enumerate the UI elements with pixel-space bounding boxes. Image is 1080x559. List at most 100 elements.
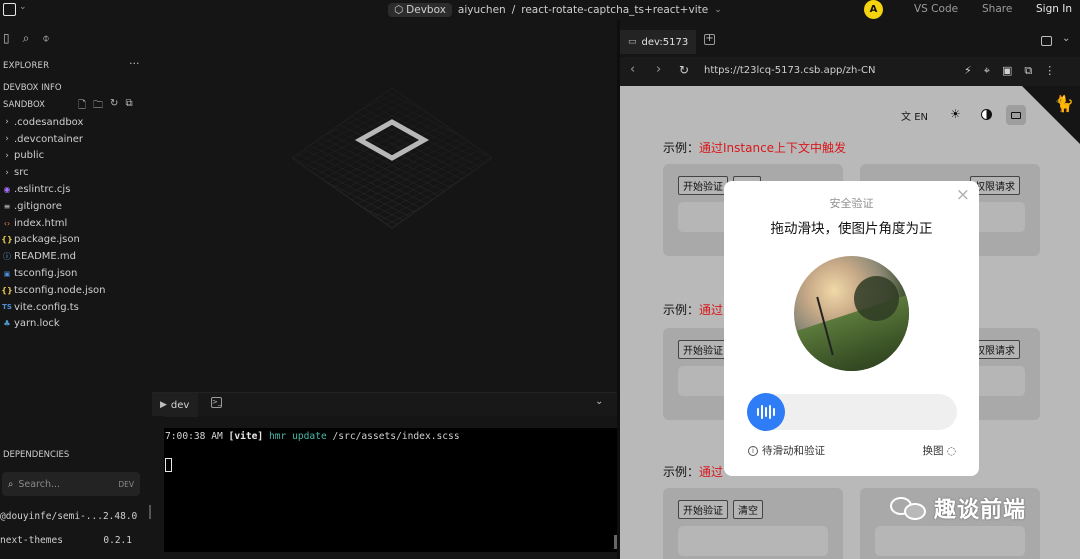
explorer-actions: 🗋 🗀 ↻ ⧉ bbox=[78, 98, 133, 115]
add-tab-icon[interactable]: + bbox=[704, 34, 715, 45]
chevron-down-icon[interactable]: ⌄ bbox=[19, 2, 27, 12]
captcha-modal: × 安全验证 拖动滑块，使图片角度为正 i 待滑动和验证 换图 ◌ bbox=[724, 181, 979, 476]
language-toggle[interactable]: 文 EN bbox=[901, 108, 928, 123]
url-actions: ⚡ ⌖ ▣ ⧉ ⋮ bbox=[964, 64, 1055, 78]
chevron-down-icon[interactable]: ⌄ bbox=[595, 396, 603, 407]
scrollbar[interactable] bbox=[149, 505, 151, 519]
avatar[interactable]: A bbox=[864, 0, 883, 19]
terminal-log-line: 7:00:38 AM [vite] hmr update /src/assets… bbox=[165, 431, 460, 442]
terminal-gutter bbox=[152, 416, 164, 559]
breadcrumb-separator: / bbox=[511, 4, 516, 16]
slider-handle[interactable] bbox=[747, 393, 785, 431]
sandbox-section[interactable]: SANDBOX bbox=[3, 100, 45, 110]
reload-icon[interactable]: ↻ bbox=[679, 63, 689, 77]
terminal-output[interactable]: 7:00:38 AM [vite] hmr update /src/assets… bbox=[164, 428, 617, 552]
app-logo-icon[interactable] bbox=[3, 3, 16, 16]
repo-name[interactable]: react-rotate-captcha_ts+react+vite bbox=[521, 4, 708, 16]
file-icon[interactable]: ▯ bbox=[3, 31, 10, 49]
search-icon: ⌕ bbox=[8, 478, 14, 490]
tsconfig-icon: ▣ bbox=[3, 269, 11, 278]
open-external-icon[interactable]: ⧉ bbox=[1024, 64, 1032, 78]
cube-icon: ⬡ bbox=[394, 4, 404, 16]
top-bar: ⌄ ⬡ Devbox aiyuchen / react-rotate-captch… bbox=[0, 0, 1080, 20]
terminal-icon[interactable]: >_ bbox=[211, 397, 222, 408]
example-title: 示例：通过 bbox=[663, 303, 724, 317]
devbox-pill[interactable]: ⬡ Devbox bbox=[388, 3, 452, 17]
search-icon[interactable]: ⌕ bbox=[23, 31, 30, 49]
watermark-text: 趣谈前端 bbox=[934, 498, 1027, 523]
info-icon: i bbox=[748, 445, 758, 456]
yarn-icon: ♣ bbox=[3, 319, 11, 329]
tree-item-yarn-lock[interactable]: ♣ yarn.lock bbox=[0, 316, 152, 333]
editor-empty-state bbox=[152, 20, 617, 392]
terminal-tabs: ▶ dev >_ ⌄ bbox=[152, 392, 617, 417]
tree-item-package-json[interactable]: {} package.json bbox=[0, 232, 152, 249]
tree-item-codesandbox[interactable]: › .codesandbox bbox=[0, 114, 152, 131]
more-icon[interactable]: ⋮ bbox=[1044, 64, 1055, 78]
tree-item-index-html[interactable]: ‹› index.html bbox=[0, 215, 152, 232]
devbox-info-section[interactable]: DEVBOX INFO bbox=[3, 83, 62, 93]
start-verify-button[interactable]: 开始验证 bbox=[678, 176, 728, 195]
terminal-icon[interactable]: ▣ bbox=[1002, 64, 1012, 78]
chevron-right-icon: › bbox=[5, 150, 9, 161]
tab-dev-5173[interactable]: ▭ dev:5173 bbox=[620, 30, 697, 54]
start-verify-button[interactable]: 开始验证 bbox=[678, 340, 728, 359]
typescript-icon: TS bbox=[2, 303, 12, 312]
tree-item-devcontainer[interactable]: › .devcontainer bbox=[0, 131, 152, 148]
back-icon[interactable]: ‹ bbox=[630, 62, 635, 77]
json-icon: {} bbox=[1, 285, 13, 295]
play-icon: ▶ bbox=[160, 400, 167, 410]
github-icon[interactable]: 🐈 bbox=[1054, 94, 1074, 113]
refresh-icon[interactable]: ↻ bbox=[110, 98, 118, 115]
layout-icon[interactable] bbox=[1041, 36, 1052, 46]
tree-item-src[interactable]: › src bbox=[0, 164, 152, 181]
watermark: 趣谈前端 bbox=[890, 492, 1026, 524]
sun-icon[interactable]: ☀ bbox=[950, 107, 961, 121]
modal-instruction: 拖动滑块，使图片角度为正 bbox=[770, 221, 933, 237]
explorer-title: EXPLORER bbox=[3, 61, 50, 71]
chevron-down-icon[interactable]: ⌄ bbox=[714, 5, 722, 15]
dependency-row[interactable]: next-themes 0.2.1 bbox=[0, 535, 150, 546]
owner-name[interactable]: aiyuchen bbox=[458, 4, 506, 16]
change-image-button[interactable]: 换图 ◌ bbox=[922, 443, 956, 458]
result-area bbox=[875, 526, 1025, 556]
file-tree: › .codesandbox › .devcontainer › public › sr… bbox=[0, 114, 152, 332]
new-file-icon[interactable]: 🗋 bbox=[78, 98, 86, 115]
tree-item-vite-config[interactable]: TS vite.config.ts bbox=[0, 299, 152, 316]
example-title: 示例：通过Instance上下文中触发 bbox=[663, 141, 847, 155]
tree-item-readme[interactable]: ⓘ README.md bbox=[0, 248, 152, 265]
dependency-row[interactable]: @douyinfe/semi-... 2.48.0 bbox=[0, 511, 150, 522]
monitor-icon[interactable] bbox=[1006, 105, 1026, 125]
git-commit-icon[interactable]: ⌽ bbox=[42, 31, 49, 49]
dev-badge[interactable]: DEV bbox=[118, 480, 134, 489]
browser-url-bar: ‹ › ↻ https://t23lcq-5173.csb.app/zh-CN … bbox=[620, 57, 1080, 86]
crosshair-icon[interactable]: ⌖ bbox=[984, 64, 990, 78]
info-icon: ⓘ bbox=[3, 252, 11, 262]
tree-item-gitignore[interactable]: ≡ .gitignore bbox=[0, 198, 152, 215]
tree-item-tsconfig[interactable]: ▣ tsconfig.json bbox=[0, 265, 152, 282]
contrast-icon[interactable] bbox=[981, 109, 992, 120]
share-button[interactable]: Share bbox=[982, 3, 1012, 15]
collapse-icon[interactable]: ⧉ bbox=[125, 98, 132, 115]
example-title: 示例：通过 bbox=[663, 465, 724, 479]
tab-dev[interactable]: ▶ dev bbox=[152, 393, 199, 417]
clear-button[interactable]: 清空 bbox=[733, 500, 763, 519]
forward-icon[interactable]: › bbox=[656, 62, 661, 77]
url-field[interactable]: https://t23lcq-5173.csb.app/zh-CN bbox=[704, 65, 875, 76]
new-folder-icon[interactable]: 🗀 bbox=[93, 98, 103, 115]
scrollbar[interactable] bbox=[614, 535, 617, 549]
magic-icon[interactable]: ⚡ bbox=[964, 64, 972, 78]
dependencies-title[interactable]: DEPENDENCIES bbox=[3, 450, 69, 460]
eslint-icon: ◉ bbox=[3, 185, 11, 195]
sign-in-button[interactable]: Sign In bbox=[1036, 3, 1072, 15]
start-verify-button[interactable]: 开始验证 bbox=[678, 500, 728, 519]
chevron-down-icon[interactable]: ⌄ bbox=[1062, 33, 1070, 44]
dependency-search-input[interactable]: ⌕ Search... DEV bbox=[2, 472, 140, 496]
tree-item-tsconfig-node[interactable]: {} tsconfig.node.json bbox=[0, 282, 152, 299]
chevron-right-icon: › bbox=[5, 134, 9, 145]
tree-item-eslintrc[interactable]: ◉ .eslintrc.cjs bbox=[0, 181, 152, 198]
terminal-cursor bbox=[165, 458, 172, 472]
vscode-button[interactable]: VS Code bbox=[914, 3, 958, 15]
tree-item-public[interactable]: › public bbox=[0, 148, 152, 165]
more-icon[interactable]: ··· bbox=[129, 57, 140, 70]
